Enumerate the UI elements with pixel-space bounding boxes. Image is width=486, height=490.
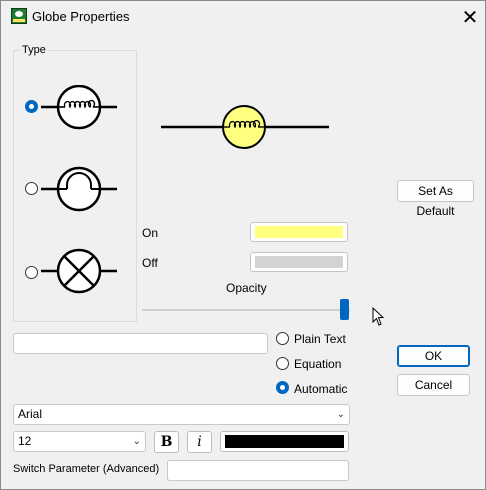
type-radio-coil[interactable] — [25, 100, 38, 113]
equation-label: Equation — [294, 357, 342, 371]
opacity-slider-thumb[interactable] — [340, 299, 349, 320]
cancel-button[interactable]: Cancel — [397, 374, 470, 396]
globe-properties-dialog: Globe Properties ✕ Type Set As Default O… — [0, 0, 486, 490]
ok-button[interactable]: OK — [397, 345, 470, 367]
italic-button[interactable]: i — [187, 431, 212, 453]
globe-preview-icon — [161, 105, 329, 149]
on-color-swatch — [255, 226, 343, 238]
automatic-label: Automatic — [294, 382, 348, 396]
app-icon — [11, 8, 27, 24]
close-icon[interactable]: ✕ — [453, 3, 486, 31]
mouse-cursor-icon — [372, 307, 385, 326]
type-radio-dome[interactable] — [25, 182, 38, 195]
chevron-down-icon: ⌄ — [336, 409, 345, 420]
chevron-down-icon: ⌄ — [132, 436, 141, 447]
font-size-select[interactable]: 12 ⌄ — [13, 431, 146, 452]
switch-parameter-input[interactable] — [167, 460, 349, 481]
plain-text-radio[interactable] — [276, 332, 289, 345]
plain-text-label: Plain Text — [294, 332, 346, 346]
type-group-label: Type — [20, 44, 48, 56]
equation-radio[interactable] — [276, 357, 289, 370]
text-color-swatch — [225, 435, 344, 448]
dome-globe-icon[interactable] — [41, 165, 117, 213]
opacity-slider-track[interactable] — [142, 309, 350, 311]
set-as-default-button[interactable]: Set As Default — [397, 180, 474, 218]
on-color-picker[interactable] — [250, 222, 348, 242]
off-color-picker[interactable] — [250, 252, 348, 272]
on-label: On — [142, 226, 159, 240]
text-color-picker[interactable] — [220, 431, 349, 452]
cross-globe-icon[interactable] — [41, 247, 117, 295]
label-text-input[interactable] — [13, 333, 268, 354]
font-size-value: 12 — [18, 434, 32, 448]
coil-globe-icon[interactable] — [41, 85, 117, 131]
automatic-radio[interactable] — [276, 381, 289, 394]
switch-parameter-label: Switch Parameter (Advanced) — [13, 463, 160, 475]
type-radio-cross[interactable] — [25, 266, 38, 279]
window-title: Globe Properties — [32, 9, 130, 24]
title-bar: Globe Properties ✕ — [1, 1, 485, 32]
font-family-value: Arial — [18, 407, 43, 421]
off-label: Off — [142, 256, 158, 270]
bold-button[interactable]: B — [154, 431, 179, 453]
font-family-select[interactable]: Arial ⌄ — [13, 404, 350, 425]
opacity-label: Opacity — [226, 281, 267, 295]
off-color-swatch — [255, 256, 343, 268]
